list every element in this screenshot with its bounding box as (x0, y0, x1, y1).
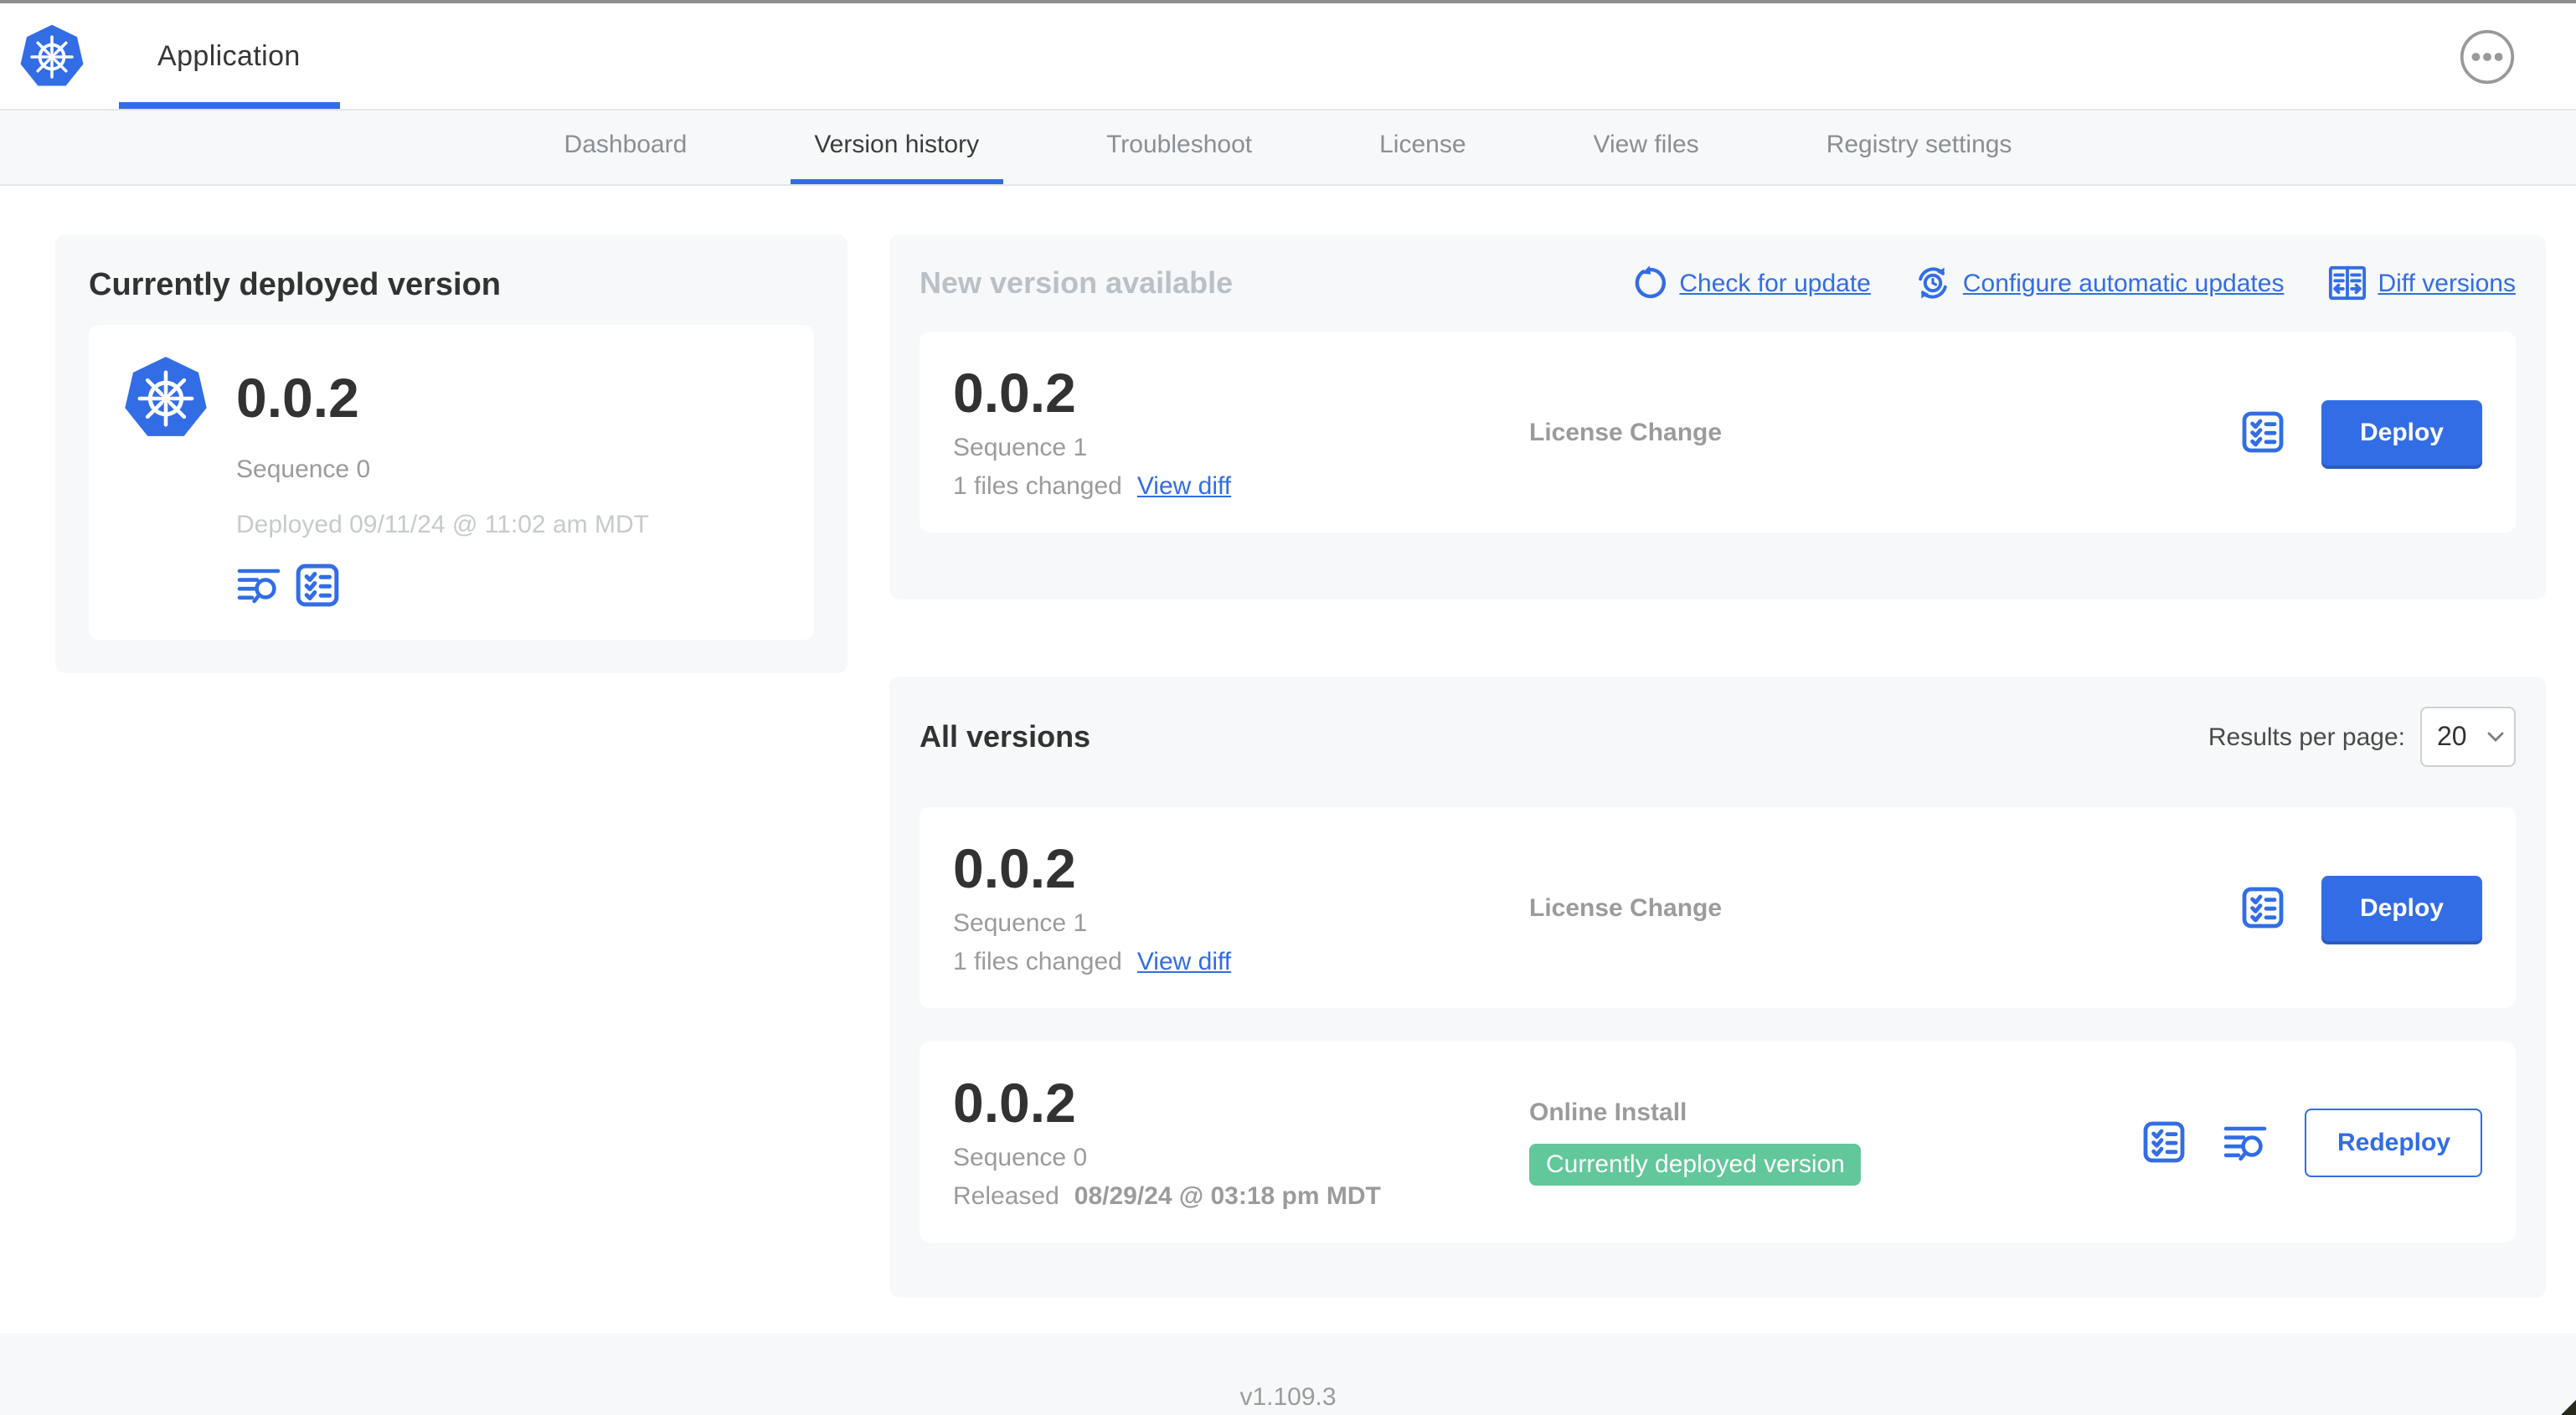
source-label: Online Install (1529, 1099, 1687, 1127)
mouse-cursor-artifact (2561, 1400, 2576, 1415)
app-header: Application (0, 3, 2576, 109)
deploy-logs-icon (236, 563, 281, 608)
source-label: License Change (1529, 418, 1723, 446)
all-versions-title: All versions (920, 719, 1091, 753)
main-content: Currently deployed version 0.0.2 Sequenc… (0, 186, 2576, 1333)
new-version-title: New version available (920, 265, 1234, 299)
released-label: Released (953, 1182, 1059, 1212)
diff-versions-link[interactable]: Diff versions (2327, 265, 2516, 301)
active-app-underline (118, 102, 340, 109)
ellipsis-menu-button[interactable] (2459, 28, 2516, 85)
preflight-checks-button[interactable] (2241, 886, 2285, 929)
results-per-page-label: Results per page: (2208, 723, 2405, 751)
version-number: 0.0.2 (953, 361, 1076, 424)
files-changed-label: 1 files changed (953, 948, 1122, 977)
released-row: Released 08/29/24 @ 03:18 pm MDT (953, 1182, 1529, 1211)
version-actions: Deploy (2241, 399, 2482, 465)
preflight-checks-button[interactable] (295, 563, 340, 608)
view-diff-link[interactable]: View diff (1137, 472, 1231, 501)
version-row: 0.0.2 Sequence 1 1 files changed View di… (920, 807, 2516, 1008)
tab-troubleshoot[interactable]: Troubleshoot (1083, 111, 1275, 184)
tab-label: Version history (814, 131, 980, 159)
version-row: 0.0.2 Sequence 0 Released 08/29/24 @ 03:… (920, 1042, 2516, 1243)
version-history-content: New version available Check for update C… (889, 234, 2546, 1298)
currently-deployed-card: 0.0.2 Sequence 0 Deployed 09/11/24 @ 11:… (89, 325, 814, 640)
all-versions-header: All versions Results per page: 20 (920, 707, 2516, 767)
deployed-timestamp: Deployed 09/11/24 @ 11:02 am MDT (236, 511, 649, 539)
preflight-checks-button[interactable] (2143, 1120, 2187, 1164)
tab-label: Dashboard (564, 131, 688, 159)
kubernetes-logo-icon (18, 23, 85, 90)
currently-deployed-badge: Currently deployed version (1529, 1144, 1862, 1186)
deploy-logs-button[interactable] (236, 563, 281, 608)
subnav: Dashboard Version history Troubleshoot L… (0, 109, 2576, 186)
version-sequence: Sequence 1 (953, 434, 1088, 463)
files-changed-label: 1 files changed (953, 472, 1122, 502)
version-info: 0.0.2 Sequence 1 1 files changed View di… (953, 836, 1529, 976)
files-changed-row: 1 files changed View diff (953, 472, 1529, 501)
tab-license[interactable]: License (1356, 111, 1489, 184)
version-source: Online Install Currently deployed versio… (1529, 1099, 2143, 1186)
version-actions-links: Check for update Configure automatic upd… (1631, 265, 2516, 301)
preflight-checks-button[interactable] (2241, 410, 2285, 454)
version-info: 0.0.2 Sequence 0 Released 08/29/24 @ 03:… (953, 1071, 1529, 1211)
view-diff-link[interactable]: View diff (1137, 948, 1231, 976)
configure-automatic-updates-label: Configure automatic updates (1962, 269, 2285, 297)
auto-update-clock-icon (1914, 265, 1951, 301)
tab-label: Registry settings (1826, 131, 2012, 159)
currently-deployed-title: Currently deployed version (89, 268, 502, 303)
app-footer: v1.109.3 (0, 1333, 2576, 1415)
tab-label: License (1379, 131, 1466, 159)
kubernetes-logo-icon (122, 355, 209, 442)
preflight-checks-icon (295, 563, 340, 608)
deployed-sequence: Sequence 0 (236, 455, 371, 484)
app-title-tab[interactable]: Application (118, 3, 340, 109)
tab-dashboard[interactable]: Dashboard (541, 111, 711, 184)
version-number: 0.0.2 (953, 836, 1076, 899)
deploy-button[interactable]: Deploy (2321, 875, 2482, 940)
app-title: Application (157, 39, 301, 71)
version-source: License Change (1529, 893, 2241, 922)
results-per-page-select[interactable]: 20 (2420, 707, 2516, 767)
tab-version-history[interactable]: Version history (791, 111, 1003, 184)
diff-versions-label: Diff versions (2378, 269, 2516, 297)
tab-view-files[interactable]: View files (1570, 111, 1723, 184)
files-changed-row: 1 files changed View diff (953, 948, 1529, 976)
results-per-page: Results per page: 20 (2208, 707, 2516, 767)
version-actions: Redeploy (2143, 1108, 2482, 1176)
released-timestamp: 08/29/24 @ 03:18 pm MDT (1074, 1182, 1381, 1212)
deploy-logs-icon (2223, 1119, 2269, 1165)
source-label: License Change (1529, 893, 1723, 922)
app-window: Application Dashboard Version history Tr… (0, 0, 2576, 1415)
tab-label: Troubleshoot (1106, 131, 1253, 159)
version-actions: Deploy (2241, 875, 2482, 940)
tab-label: View files (1593, 131, 1699, 159)
deployed-actions (236, 563, 781, 608)
version-sequence: Sequence 1 (953, 909, 1088, 939)
new-version-header: New version available Check for update C… (920, 265, 2516, 301)
version-source: License Change (1529, 418, 2241, 446)
configure-automatic-updates-link[interactable]: Configure automatic updates (1914, 265, 2285, 301)
version-number: 0.0.2 (953, 1071, 1076, 1134)
deploy-logs-button[interactable] (2223, 1119, 2269, 1165)
check-for-update-link[interactable]: Check for update (1631, 265, 1871, 301)
preflight-checks-icon (2241, 410, 2285, 454)
deployed-version-number: 0.0.2 (236, 367, 359, 429)
app-manager-version: v1.109.3 (1239, 1383, 1337, 1412)
refresh-icon (1631, 265, 1667, 301)
tab-registry-settings[interactable]: Registry settings (1803, 111, 2036, 184)
check-for-update-label: Check for update (1679, 269, 1871, 297)
version-sequence: Sequence 0 (953, 1144, 1088, 1173)
redeploy-button[interactable]: Redeploy (2305, 1108, 2482, 1176)
currently-deployed-panel: Currently deployed version 0.0.2 Sequenc… (55, 234, 848, 673)
deploy-button[interactable]: Deploy (2321, 399, 2482, 465)
diff-icon (2327, 265, 2366, 301)
all-versions-panel: All versions Results per page: 20 0.0.2 … (889, 677, 2546, 1298)
new-version-card: 0.0.2 Sequence 1 1 files changed View di… (920, 332, 2516, 533)
new-version-panel: New version available Check for update C… (889, 234, 2546, 599)
ellipsis-icon (2459, 28, 2516, 85)
preflight-checks-icon (2143, 1120, 2187, 1164)
preflight-checks-icon (2241, 886, 2285, 929)
version-info: 0.0.2 Sequence 1 1 files changed View di… (953, 361, 1529, 501)
